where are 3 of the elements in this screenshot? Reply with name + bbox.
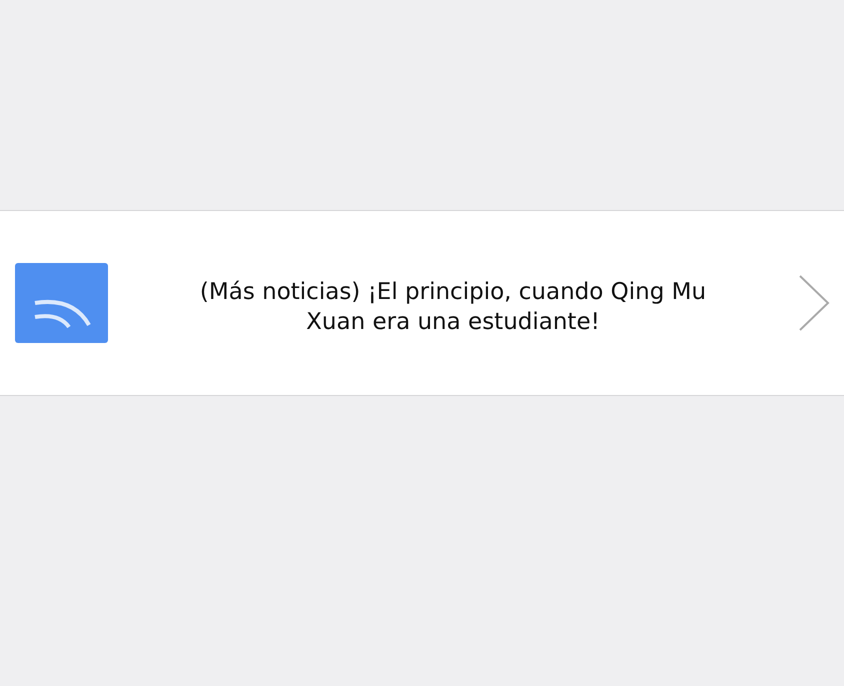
news-headline: (Más noticias) ¡El principio, cuando Qing Mu Xuan era una estudiante! — [198, 278, 708, 337]
feed-icon[interactable] — [15, 263, 108, 343]
chevron-right-icon[interactable] — [798, 274, 830, 332]
